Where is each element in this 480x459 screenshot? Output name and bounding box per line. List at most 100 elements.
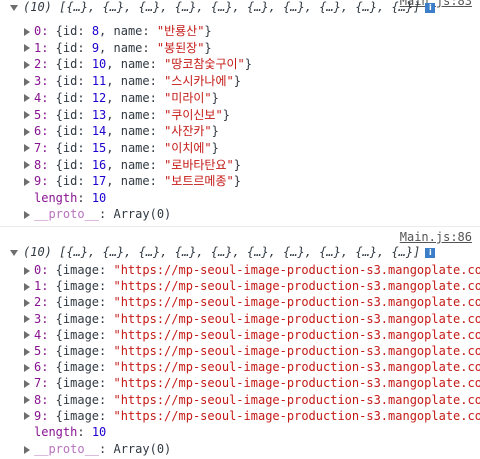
expand-triangle-icon[interactable]: [24, 331, 30, 340]
array-item-row[interactable]: 8: {id: 16, name: "로바타탄요"}: [24, 157, 241, 173]
item-name: "미라이": [164, 90, 212, 105]
expand-triangle-icon[interactable]: [24, 315, 30, 324]
length-row: length: 10: [34, 191, 107, 205]
array-item-row[interactable]: 7: {id: 15, name: "이치에"}: [24, 140, 219, 156]
expand-triangle-icon[interactable]: [24, 94, 30, 103]
length-key: length: [34, 191, 78, 205]
array-item-row[interactable]: 6: {id: 14, name: "사잔카"}: [24, 123, 219, 139]
array-item-row[interactable]: 5: {image: "https://mp-seoul-image-produ…: [24, 343, 480, 359]
array-item-row[interactable]: 0: {id: 8, name: "반룡산"}: [24, 23, 212, 39]
item-open: {id:: [48, 140, 92, 155]
expand-triangle-icon[interactable]: [24, 298, 30, 307]
item-close: }: [204, 24, 212, 38]
expand-triangle-icon[interactable]: [24, 44, 30, 53]
item-id: 12: [91, 90, 107, 105]
item-image: "https://mp-seoul-image-production-s3.ma…: [113, 392, 480, 407]
array-item-row[interactable]: 6: {image: "https://mp-seoul-image-produ…: [24, 359, 480, 375]
length-row: length: 10: [34, 425, 107, 439]
item-close: }: [211, 140, 219, 155]
item-close: }: [233, 157, 241, 172]
item-mid: , name:: [106, 174, 165, 189]
item-mid: , name:: [106, 140, 165, 155]
array-item-row[interactable]: 9: {image: "https://mp-seoul-image-produ…: [24, 408, 480, 424]
array-item-row[interactable]: 1: {id: 9, name: "봉된장"}: [24, 40, 212, 56]
item-close: }: [244, 57, 252, 72]
expand-triangle-icon[interactable]: [24, 396, 30, 405]
array-item-row[interactable]: 2: {id: 10, name: "땅코참숯구이"}: [24, 56, 252, 72]
item-id: 10: [91, 57, 107, 72]
item-open: {image:: [48, 327, 114, 342]
item-mid: , name:: [99, 40, 157, 55]
info-icon: i: [425, 247, 436, 258]
item-index: 9:: [34, 174, 49, 189]
expand-triangle-icon[interactable]: [24, 111, 30, 119]
item-id: 13: [91, 107, 107, 122]
item-mid: , name:: [99, 24, 157, 38]
item-open: {image:: [48, 279, 114, 294]
array-item-row[interactable]: 7: {image: "https://mp-seoul-image-produ…: [24, 375, 480, 391]
item-index: 5:: [34, 344, 49, 358]
item-image: "https://mp-seoul-image-production-s3.ma…: [113, 408, 480, 423]
array-item-row[interactable]: 2: {image: "https://mp-seoul-image-produ…: [24, 294, 480, 310]
item-image: "https://mp-seoul-image-production-s3.ma…: [113, 263, 480, 277]
proto-key: __proto__: [34, 442, 100, 456]
expand-triangle-icon[interactable]: [24, 127, 30, 136]
item-open: {image:: [48, 392, 114, 407]
collapse-triangle-icon[interactable]: [10, 4, 18, 11]
expand-triangle-icon[interactable]: [24, 363, 30, 372]
length-value: 10: [91, 425, 107, 439]
item-close: }: [211, 124, 219, 139]
item-image: "https://mp-seoul-image-production-s3.ma…: [113, 295, 480, 310]
array-item-row[interactable]: 9: {id: 17, name: "보트르메종"}: [24, 173, 241, 189]
item-index: 7:: [34, 140, 49, 155]
item-index: 7:: [34, 376, 49, 391]
item-name: "반룡산": [156, 24, 205, 38]
item-image: "https://mp-seoul-image-production-s3.ma…: [113, 279, 480, 294]
item-close: }: [204, 40, 212, 55]
array-item-row[interactable]: 3: {image: "https://mp-seoul-image-produ…: [24, 311, 480, 327]
expand-triangle-icon[interactable]: [24, 60, 30, 69]
array-item-row[interactable]: 8: {image: "https://mp-seoul-image-produ…: [24, 392, 480, 408]
array-summary[interactable]: (10) [{…}, {…}, {…}, {…}, {…}, {…}, {…},…: [10, 0, 436, 15]
array-summary[interactable]: (10) [{…}, {…}, {…}, {…}, {…}, {…}, {…},…: [10, 244, 436, 260]
length-key: length: [34, 425, 78, 439]
item-open: {image:: [48, 311, 114, 326]
item-mid: , name:: [106, 74, 165, 89]
item-close: }: [233, 74, 241, 89]
expand-triangle-icon[interactable]: [24, 27, 30, 36]
expand-triangle-icon[interactable]: [24, 144, 30, 153]
source-link[interactable]: Main.js:86: [400, 229, 472, 245]
item-id: 14: [91, 124, 107, 139]
expand-triangle-icon[interactable]: [24, 161, 30, 170]
item-image: "https://mp-seoul-image-production-s3.ma…: [113, 360, 480, 375]
expand-triangle-icon[interactable]: [24, 445, 30, 454]
item-image: "https://mp-seoul-image-production-s3.ma…: [113, 327, 480, 342]
item-id: 15: [91, 140, 107, 155]
item-name: "봉된장": [156, 40, 205, 55]
item-close: }: [233, 174, 241, 189]
item-open: {id:: [48, 74, 92, 89]
array-item-row[interactable]: 4: {image: "https://mp-seoul-image-produ…: [24, 327, 480, 343]
proto-value: : Array(0): [99, 207, 172, 221]
proto-row[interactable]: __proto__: Array(0): [24, 441, 171, 457]
item-image: "https://mp-seoul-image-production-s3.ma…: [113, 344, 480, 358]
array-item-row[interactable]: 5: {id: 13, name: "쿠이신보"}: [24, 107, 230, 123]
proto-row[interactable]: __proto__: Array(0): [24, 206, 171, 222]
array-item-row[interactable]: 1: {image: "https://mp-seoul-image-produ…: [24, 278, 480, 294]
array-item-row[interactable]: 4: {id: 12, name: "미라이"}: [24, 90, 219, 106]
expand-triangle-icon[interactable]: [24, 347, 30, 356]
item-open: {id:: [48, 107, 92, 122]
collapse-triangle-icon[interactable]: [10, 249, 18, 256]
item-index: 6:: [34, 124, 49, 139]
array-item-row[interactable]: 0: {image: "https://mp-seoul-image-produ…: [24, 262, 480, 278]
expand-triangle-icon[interactable]: [24, 282, 30, 291]
expand-triangle-icon[interactable]: [24, 412, 30, 421]
expand-triangle-icon[interactable]: [24, 177, 30, 186]
array-item-row[interactable]: 3: {id: 11, name: "스시카나에"}: [24, 73, 241, 89]
expand-triangle-icon[interactable]: [24, 77, 30, 86]
console-message-2: Main.js:86 (10) [{…}, {…}, {…}, {…}, {…}…: [0, 226, 480, 459]
expand-triangle-icon[interactable]: [24, 210, 30, 219]
expand-triangle-icon[interactable]: [24, 379, 30, 388]
item-name: "땅코참숯구이": [164, 57, 245, 72]
expand-triangle-icon[interactable]: [24, 266, 30, 275]
